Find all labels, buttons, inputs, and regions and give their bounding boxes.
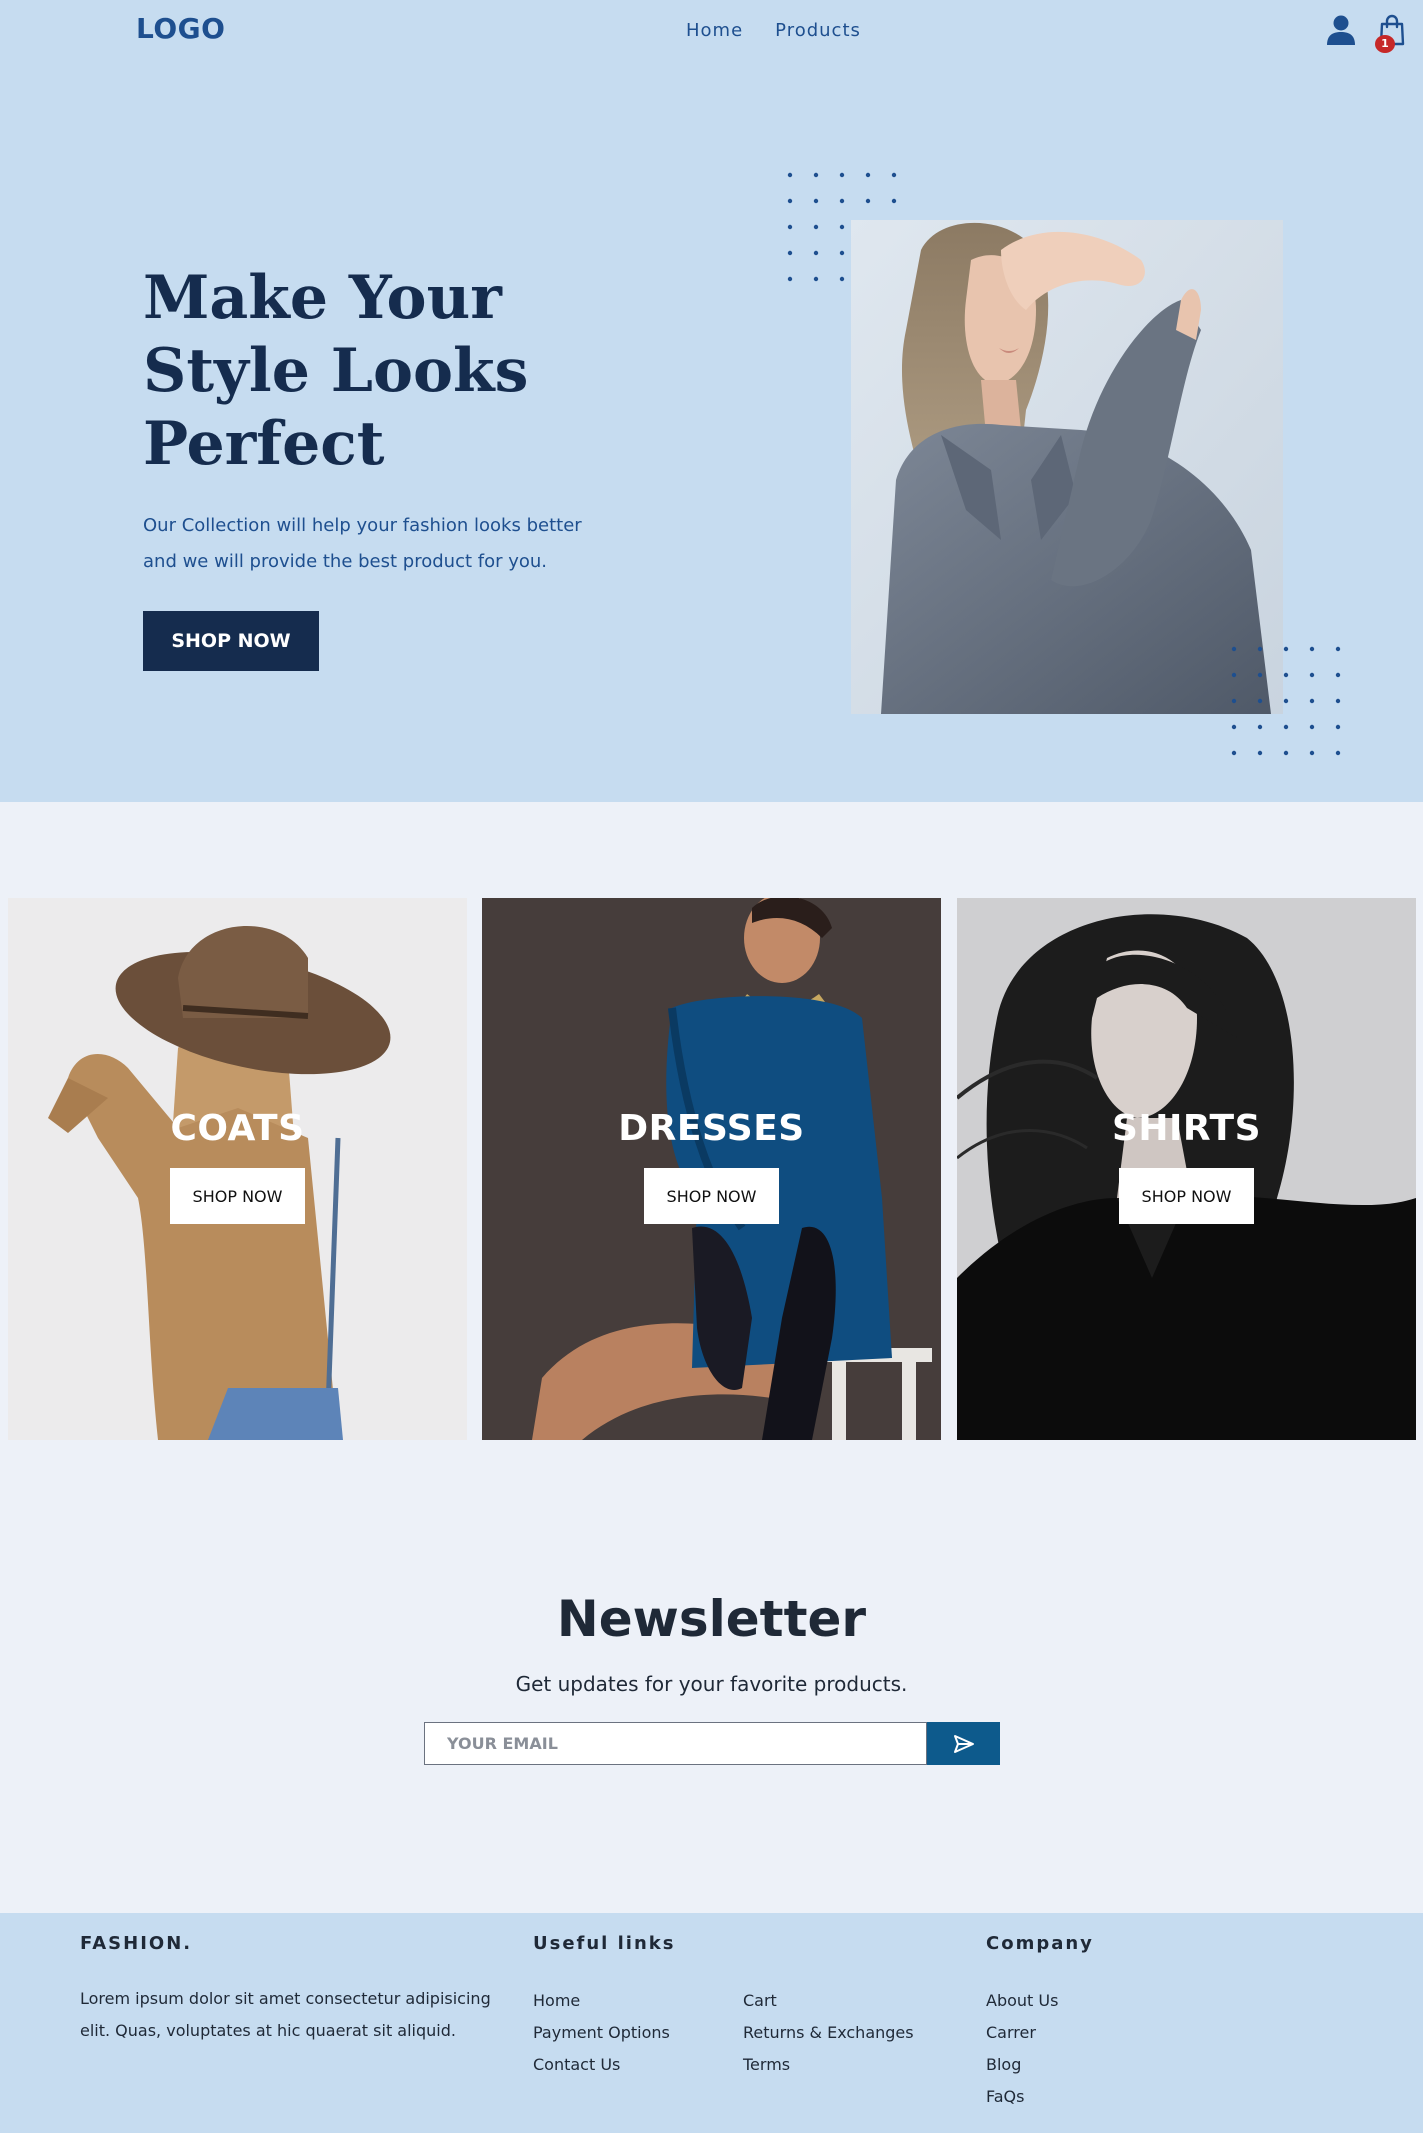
hero-model-image bbox=[851, 220, 1283, 714]
hero-section: LOGO Home Products 1 Make Your Style Loo… bbox=[0, 0, 1423, 802]
footer-useful-links-col1: Home Payment Options Contact Us bbox=[533, 1985, 670, 2081]
user-icon[interactable] bbox=[1325, 14, 1357, 46]
footer-company-links: About Us Carrer Blog FaQs bbox=[986, 1985, 1058, 2113]
footer-useful-links-title: Useful links bbox=[533, 1933, 676, 1954]
footer-link-home[interactable]: Home bbox=[533, 1985, 670, 2017]
footer-link-contact-us[interactable]: Contact Us bbox=[533, 2049, 670, 2081]
newsletter-send-button[interactable] bbox=[927, 1722, 1000, 1765]
category-title-shirts: SHIRTS bbox=[1111, 1108, 1262, 1149]
category-card-shirts[interactable]: SHIRTS SHOP NOW bbox=[957, 898, 1416, 1440]
newsletter-form bbox=[424, 1722, 1000, 1765]
newsletter-title: Newsletter bbox=[556, 1590, 867, 1648]
hero-title: Make Your Style Looks Perfect bbox=[143, 263, 529, 479]
newsletter-subtitle: Get updates for your favorite products. bbox=[515, 1672, 908, 1696]
footer-link-blog[interactable]: Blog bbox=[986, 2049, 1058, 2081]
newsletter-email-input[interactable] bbox=[424, 1722, 927, 1765]
footer: FASHION. Lorem ipsum dolor sit amet cons… bbox=[0, 1913, 1423, 2133]
send-icon bbox=[953, 1734, 974, 1753]
hero-subtitle: Our Collection will help your fashion lo… bbox=[143, 515, 582, 572]
category-title-dresses: DRESSES bbox=[618, 1108, 805, 1149]
hero-shop-now-button[interactable]: SHOP NOW bbox=[143, 611, 319, 671]
category-card-coats[interactable]: COATS SHOP NOW bbox=[8, 898, 467, 1440]
cart-count-badge: 1 bbox=[1375, 35, 1395, 53]
footer-brand: FASHION. bbox=[80, 1933, 193, 1954]
shirts-shop-now-button[interactable]: SHOP NOW bbox=[1119, 1168, 1254, 1224]
footer-company-title: Company bbox=[986, 1933, 1094, 1954]
footer-link-cart[interactable]: Cart bbox=[743, 1985, 914, 2017]
footer-link-terms[interactable]: Terms bbox=[743, 2049, 914, 2081]
dresses-shop-now-button[interactable]: SHOP NOW bbox=[644, 1168, 779, 1224]
nav-products[interactable]: Products bbox=[775, 20, 861, 41]
logo[interactable]: LOGO bbox=[136, 12, 225, 45]
main-nav: Home Products bbox=[686, 20, 861, 41]
dot-grid-decoration bbox=[1231, 646, 1341, 756]
footer-link-carrer[interactable]: Carrer bbox=[986, 2017, 1058, 2049]
footer-useful-links-col2: Cart Returns & Exchanges Terms bbox=[743, 1985, 914, 2081]
nav-home[interactable]: Home bbox=[686, 20, 743, 41]
footer-description: Lorem ipsum dolor sit amet consectetur a… bbox=[80, 1989, 491, 2040]
coats-shop-now-button[interactable]: SHOP NOW bbox=[170, 1168, 305, 1224]
footer-link-payment-options[interactable]: Payment Options bbox=[533, 2017, 670, 2049]
footer-link-about-us[interactable]: About Us bbox=[986, 1985, 1058, 2017]
footer-link-returns[interactable]: Returns & Exchanges bbox=[743, 2017, 914, 2049]
footer-link-faqs[interactable]: FaQs bbox=[986, 2081, 1058, 2113]
category-title-coats: COATS bbox=[170, 1108, 305, 1149]
category-card-dresses[interactable]: DRESSES SHOP NOW bbox=[482, 898, 941, 1440]
